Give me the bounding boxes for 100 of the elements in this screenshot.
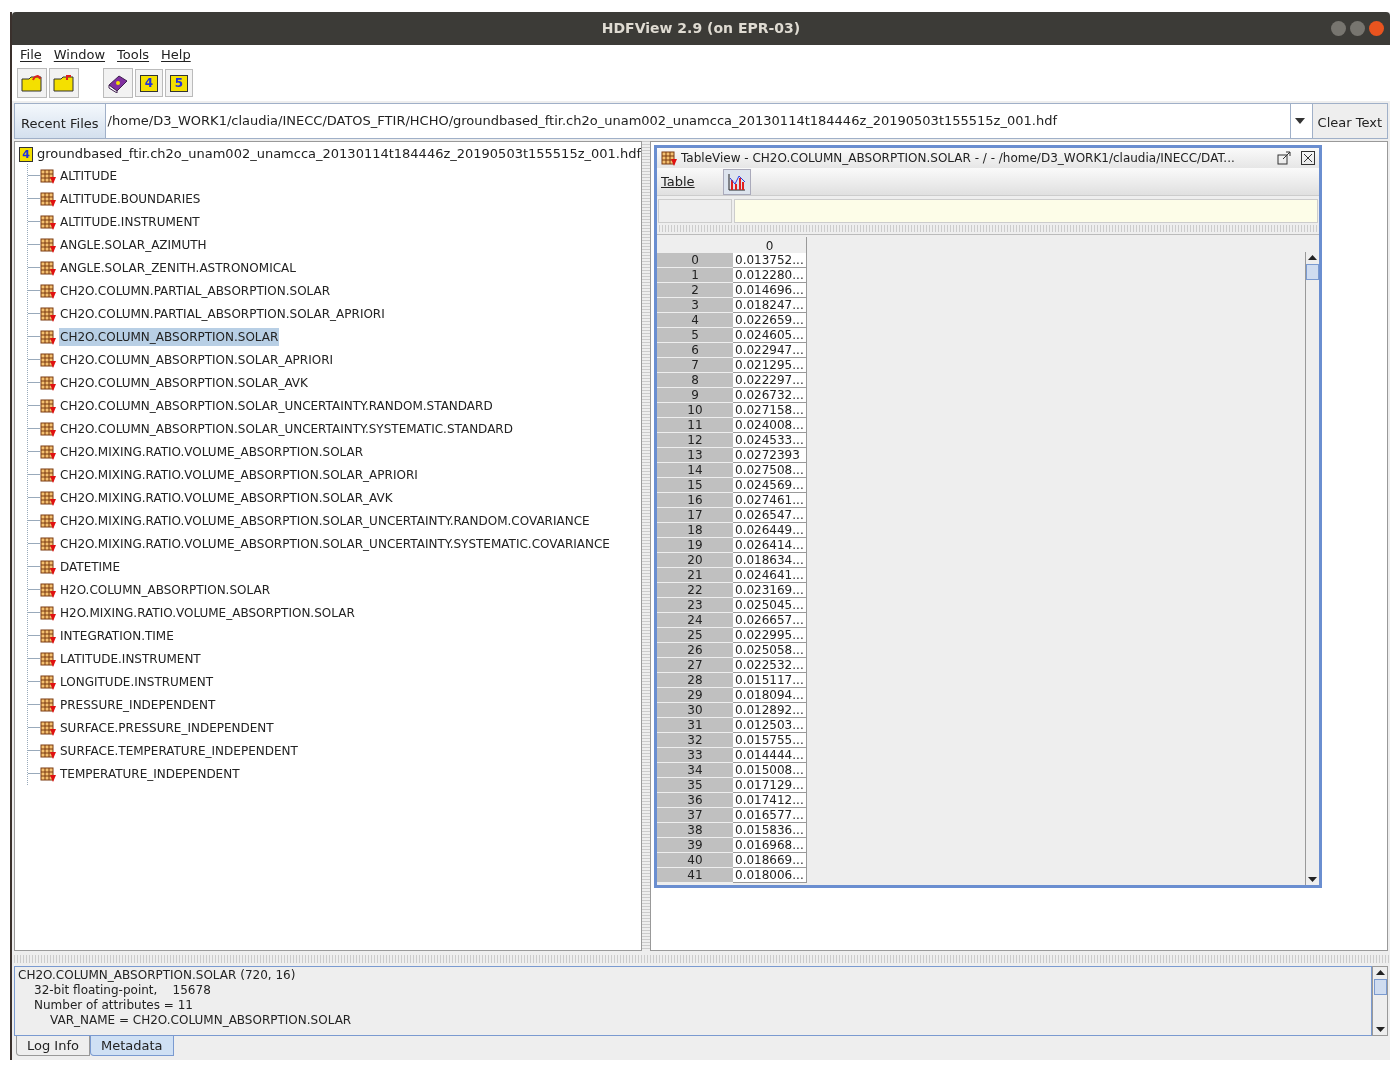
tree-item[interactable]: CH2O.MIXING.RATIO.VOLUME_ABSORPTION.SOLAR_AVK [59,488,394,507]
menu-item[interactable]: Tools [117,45,150,65]
tree-item[interactable]: LONGITUDE.INSTRUMENT [59,672,215,691]
table-cell[interactable]: 0.013752... [733,253,807,268]
row-header: 2 [657,283,733,298]
table-cell[interactable]: 0.026449... [733,523,807,538]
table-cell[interactable]: 0.016968... [733,838,807,853]
table-cell[interactable]: 0.022297... [733,373,807,388]
table-cell[interactable]: 0.015755... [733,733,807,748]
chart-button[interactable] [723,168,751,195]
table-cell[interactable]: 0.022532... [733,658,807,673]
tree-root[interactable]: groundbased_ftir.ch2o_unam002_unamcca_20130114t184446z_20190503t155515z_001.hdf [37,144,641,164]
table-cell[interactable]: 0.0272393 [733,448,807,463]
table-cell[interactable]: 0.014696... [733,283,807,298]
table-cell[interactable]: 0.015008... [733,763,807,778]
tree-item[interactable]: CH2O.MIXING.RATIO.VOLUME_ABSORPTION.SOLAR_UNCERTAINTY.SYSTEMATIC.COVARIANCE [59,534,611,553]
tree-item[interactable]: TEMPERATURE_INDEPENDENT [59,764,241,783]
tree-item[interactable]: CH2O.MIXING.RATIO.VOLUME_ABSORPTION.SOLAR [59,442,365,461]
table-cell[interactable]: 0.023169... [733,583,807,598]
table-cell[interactable]: 0.021295... [733,358,807,373]
tree-item[interactable]: CH2O.COLUMN_ABSORPTION.SOLAR [59,327,280,346]
table-cell[interactable]: 0.025058... [733,643,807,658]
scroll-thumb[interactable] [1373,979,1387,995]
tree-item[interactable]: H2O.COLUMN_ABSORPTION.SOLAR [59,580,271,599]
tree-item[interactable]: ALTITUDE.BOUNDARIES [59,189,202,208]
table-cell[interactable]: 0.016577... [733,808,807,823]
folder-button[interactable] [49,68,79,98]
table-cell[interactable]: 0.017129... [733,778,807,793]
folder-button[interactable]: 4 [135,69,163,97]
table-cell[interactable]: 0.024569... [733,478,807,493]
maximize-button[interactable] [1350,21,1365,36]
table-cell[interactable]: 0.026657... [733,613,807,628]
bottom-tab[interactable]: Log Info [16,1036,90,1056]
folder-button[interactable]: 5 [165,69,193,97]
table-menu[interactable]: Table [661,171,723,192]
table-cell[interactable]: 0.024641... [733,568,807,583]
row-header: 30 [657,703,733,718]
tree-item[interactable]: DATETIME [59,557,122,576]
tree-item[interactable]: SURFACE.TEMPERATURE_INDEPENDENT [59,741,299,760]
tree-item[interactable]: INTEGRATION.TIME [59,626,175,645]
open-folder-button[interactable] [17,68,47,98]
table-cell[interactable]: 0.024008... [733,418,807,433]
tree-item[interactable]: CH2O.MIXING.RATIO.VOLUME_ABSORPTION.SOLAR_UNCERTAINTY.RANDOM.COVARIANCE [59,511,591,530]
table-cell[interactable]: 0.027508... [733,463,807,478]
tree-item[interactable]: CH2O.COLUMN_ABSORPTION.SOLAR_AVK [59,373,309,392]
table-cell[interactable]: 0.012280... [733,268,807,283]
tree-item[interactable]: CH2O.COLUMN_ABSORPTION.SOLAR_UNCERTAINTY.RANDOM.STANDARD [59,396,494,415]
table-cell[interactable]: 0.024533... [733,433,807,448]
table-cell[interactable]: 0.024605... [733,328,807,343]
table-cell[interactable]: 0.026547... [733,508,807,523]
tree-item[interactable]: ALTITUDE.INSTRUMENT [59,212,201,231]
dataset-icon [40,650,56,667]
table-cell[interactable]: 0.015836... [733,823,807,838]
close-button[interactable] [1369,21,1384,36]
minimize-button[interactable] [1331,21,1346,36]
tree-item[interactable]: CH2O.COLUMN.PARTIAL_ABSORPTION.SOLAR_APRIORI [59,304,386,323]
vertical-scrollbar[interactable] [1372,966,1388,1036]
tree-item[interactable]: CH2O.COLUMN_ABSORPTION.SOLAR_UNCERTAINTY.SYSTEMATIC.STANDARD [59,419,514,438]
table-cell[interactable]: 0.027461... [733,493,807,508]
menu-item[interactable]: Help [161,45,191,65]
close-icon[interactable] [1301,151,1315,165]
tree-item[interactable]: ALTITUDE [59,166,119,185]
help-book-button[interactable] [103,68,133,98]
dataset-icon [40,397,56,414]
bottom-tab[interactable]: Metadata [89,1036,174,1056]
table-cell[interactable]: 0.018094... [733,688,807,703]
dataset-icon [40,167,56,184]
table-cell[interactable]: 0.018247... [733,298,807,313]
tree-item[interactable]: H2O.MIXING.RATIO.VOLUME_ABSORPTION.SOLAR [59,603,356,622]
table-cell[interactable]: 0.012892... [733,703,807,718]
table-cell[interactable]: 0.018634... [733,553,807,568]
dataset-icon [40,512,56,529]
menu-item[interactable]: File [20,45,42,65]
table-cell[interactable]: 0.018669... [733,853,807,868]
table-cell[interactable]: 0.018006... [733,868,807,883]
cell-value-field[interactable] [734,199,1318,223]
scroll-thumb[interactable] [1306,264,1319,280]
tree-item[interactable]: SURFACE.PRESSURE_INDEPENDENT [59,718,275,737]
table-cell[interactable]: 0.026732... [733,388,807,403]
tree-item[interactable]: CH2O.MIXING.RATIO.VOLUME_ABSORPTION.SOLAR_APRIORI [59,465,419,484]
maximize-icon[interactable] [1277,151,1291,165]
tree-item[interactable]: CH2O.COLUMN.PARTIAL_ABSORPTION.SOLAR [59,281,332,300]
row-header: 37 [657,808,733,823]
table-cell[interactable]: 0.012503... [733,718,807,733]
tree-item[interactable]: ANGLE.SOLAR_ZENITH.ASTRONOMICAL [59,258,297,277]
table-cell[interactable]: 0.025045... [733,598,807,613]
vertical-scrollbar[interactable] [1305,252,1319,885]
table-cell[interactable]: 0.017412... [733,793,807,808]
table-cell[interactable]: 0.015117... [733,673,807,688]
tree-item[interactable]: LATITUDE.INSTRUMENT [59,649,202,668]
tree-item[interactable]: CH2O.COLUMN_ABSORPTION.SOLAR_APRIORI [59,350,335,369]
table-cell[interactable]: 0.022995... [733,628,807,643]
tree-item[interactable]: PRESSURE_INDEPENDENT [59,695,217,714]
tree-item[interactable]: ANGLE.SOLAR_AZIMUTH [59,235,208,254]
menu-item[interactable]: Window [53,45,106,65]
table-cell[interactable]: 0.027158... [733,403,807,418]
table-cell[interactable]: 0.022659... [733,313,807,328]
table-cell[interactable]: 0.026414... [733,538,807,553]
table-cell[interactable]: 0.014444... [733,748,807,763]
table-cell[interactable]: 0.022947... [733,343,807,358]
